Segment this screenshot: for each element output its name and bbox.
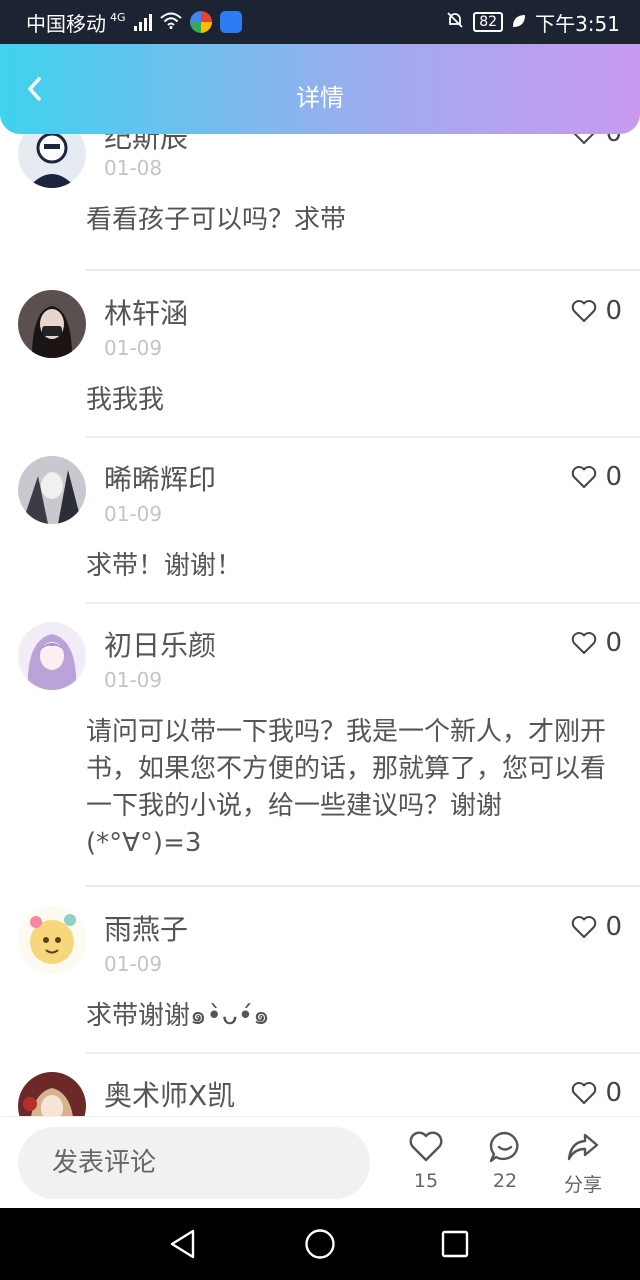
avatar[interactable] xyxy=(18,622,86,690)
page-title: 详情 xyxy=(296,84,344,112)
comment-text: 求带谢谢๑•̀ᴗ•́๑ xyxy=(86,1001,270,1031)
triangle-back-icon xyxy=(170,1229,195,1259)
share-button[interactable]: 分享 xyxy=(548,1129,618,1205)
like-count: 0 xyxy=(605,1078,622,1108)
avatar[interactable] xyxy=(18,906,86,974)
comment-date: 01-09 xyxy=(104,668,163,692)
signal-icon xyxy=(133,13,152,31)
divider xyxy=(86,1052,640,1054)
heart-icon xyxy=(572,1082,597,1104)
heart-icon xyxy=(572,632,597,654)
comment-text: 我我我 xyxy=(86,385,165,415)
comment-text: 求带！谢谢！ xyxy=(86,551,243,581)
status-bar: 中国移动 4G 82 下午3:51 xyxy=(0,0,640,44)
commenter-name[interactable]: 林轩涵 xyxy=(104,292,188,332)
speech-bubble-icon xyxy=(489,1131,519,1163)
divider xyxy=(86,436,640,438)
network-type: 4G xyxy=(110,10,126,24)
comment-text: 请问可以带一下我吗？我是一个新人，才刚开书，如果您不方便的话，那就算了，您可以看… xyxy=(86,717,607,858)
divider xyxy=(86,602,640,604)
commenter-name[interactable]: 纪斯辰 xyxy=(104,134,188,156)
share-label: 分享 xyxy=(563,1174,602,1196)
divider xyxy=(86,269,640,271)
commenter-name[interactable]: 雨燕子 xyxy=(104,908,188,948)
clock: 下午3:51 xyxy=(535,11,620,36)
like-count: 0 xyxy=(605,462,622,492)
heart-icon xyxy=(409,1131,443,1162)
avatar[interactable] xyxy=(18,290,86,358)
nav-home-button[interactable] xyxy=(302,1226,338,1262)
app-notification-icon xyxy=(189,11,212,33)
comment-list[interactable]: 纪斯辰 01-08 0 看看孩子可以吗？求带 林轩涵 01-09 0 我我我 晞… xyxy=(0,134,640,1116)
comment-button[interactable]: 22 xyxy=(470,1129,540,1205)
comment-input[interactable]: 发表评论 xyxy=(18,1127,370,1199)
commenter-name[interactable]: 奥术师X凯 xyxy=(104,1074,235,1114)
comment-total: 22 xyxy=(492,1170,518,1192)
comment-date: 01-09 xyxy=(104,952,163,976)
commenter-name[interactable]: 晞晞辉印 xyxy=(104,458,216,498)
carrier-name: 中国移动 xyxy=(26,11,106,36)
like-count: 0 xyxy=(605,912,622,942)
comment-date: 01-09 xyxy=(104,336,163,360)
avatar[interactable] xyxy=(18,134,86,188)
nav-back-button[interactable] xyxy=(165,1226,201,1262)
circle-home-icon xyxy=(305,1229,335,1259)
wifi-icon xyxy=(159,11,182,34)
leaf-icon xyxy=(511,10,527,34)
system-nav-bar xyxy=(0,1208,640,1280)
like-button[interactable]: 0 xyxy=(571,134,622,148)
like-post-button[interactable]: 15 xyxy=(391,1129,461,1205)
like-total: 15 xyxy=(413,1170,439,1192)
like-button[interactable]: 0 xyxy=(571,912,622,942)
baidu-notification-icon xyxy=(219,11,242,33)
heart-icon xyxy=(572,466,597,488)
comment-text: 看看孩子可以吗？求带 xyxy=(86,205,347,235)
like-button[interactable]: 0 xyxy=(571,628,622,658)
heart-icon xyxy=(572,916,597,938)
battery-level: 82 xyxy=(473,12,504,32)
heart-icon xyxy=(574,134,595,144)
square-recents-icon xyxy=(441,1230,469,1258)
comment-date: 01-09 xyxy=(104,502,163,526)
header-bar: 详情 xyxy=(0,44,640,134)
avatar[interactable] xyxy=(18,456,86,524)
nav-recents-button[interactable] xyxy=(437,1226,473,1262)
bottom-action-bar: 发表评论 15 22 分享 xyxy=(0,1116,640,1208)
avatar[interactable] xyxy=(18,1072,86,1116)
like-count: 0 xyxy=(605,296,622,326)
commenter-name[interactable]: 初日乐颜 xyxy=(104,624,216,664)
heart-icon xyxy=(572,300,597,322)
divider xyxy=(86,885,640,887)
mute-bell-icon xyxy=(445,10,465,35)
comment-date: 01-08 xyxy=(104,156,163,180)
like-count: 0 xyxy=(605,628,622,658)
like-button[interactable]: 0 xyxy=(571,296,622,326)
like-count: 0 xyxy=(605,134,622,148)
like-button[interactable]: 0 xyxy=(571,1078,622,1108)
like-button[interactable]: 0 xyxy=(571,462,622,492)
share-arrow-icon xyxy=(567,1133,599,1161)
